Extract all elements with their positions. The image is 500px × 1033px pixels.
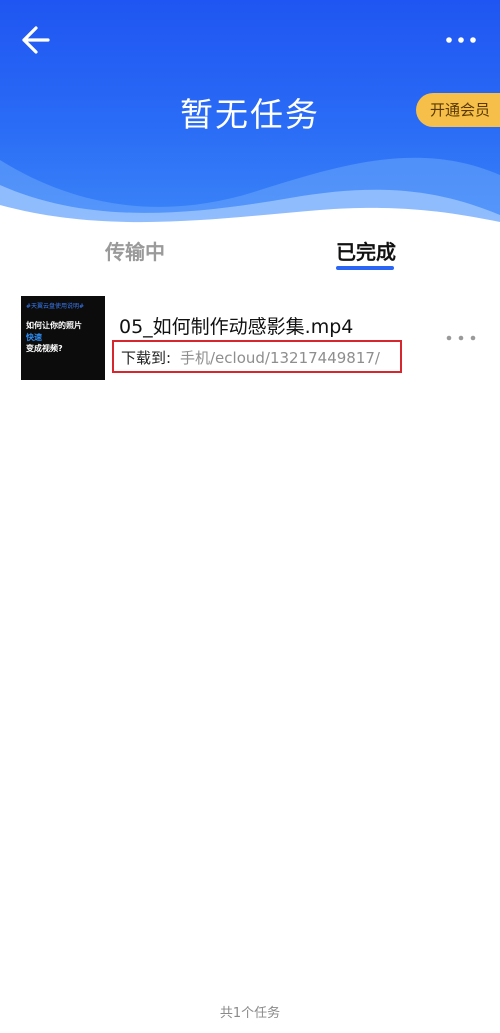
- more-button[interactable]: [444, 30, 478, 50]
- header: 暂无任务 开通会员: [0, 0, 500, 230]
- arrow-left-icon: [22, 26, 50, 54]
- thumbnail-line-1: 如何让你的照片: [26, 321, 82, 330]
- vip-button[interactable]: 开通会员: [415, 93, 500, 127]
- download-path-highlight: 下载到: 手机/ecloud/13217449817/: [112, 340, 402, 373]
- tab-transferring[interactable]: 传输中: [105, 236, 165, 265]
- thumbnail-line-3: 变成视频?: [26, 344, 63, 353]
- download-path-value[interactable]: 手机/ecloud/13217449817/: [180, 347, 380, 368]
- more-horizontal-icon: [446, 37, 476, 43]
- active-tab-indicator: [336, 266, 394, 270]
- tab-completed[interactable]: 已完成: [336, 236, 396, 265]
- header-wave-decoration: [0, 157, 500, 230]
- video-thumbnail[interactable]: #天翼云盘使用说明# 如何让你的照片 快速 变成视频?: [21, 296, 105, 380]
- back-button[interactable]: [14, 22, 58, 58]
- download-path-label: 下载到:: [121, 349, 172, 367]
- file-name[interactable]: 05_如何制作动感影集.mp4: [119, 312, 353, 339]
- tab-bar: 传输中 已完成: [0, 230, 500, 275]
- more-horizontal-icon: [446, 335, 476, 341]
- task-list-item[interactable]: #天翼云盘使用说明# 如何让你的照片 快速 变成视频? 05_如何制作动感影集.…: [0, 294, 500, 380]
- thumbnail-tag-text: #天翼云盘使用说明#: [26, 303, 85, 310]
- thumbnail-line-2: 快速: [26, 333, 42, 342]
- task-more-button[interactable]: [444, 330, 478, 344]
- task-count: 共1个任务: [219, 1006, 281, 1021]
